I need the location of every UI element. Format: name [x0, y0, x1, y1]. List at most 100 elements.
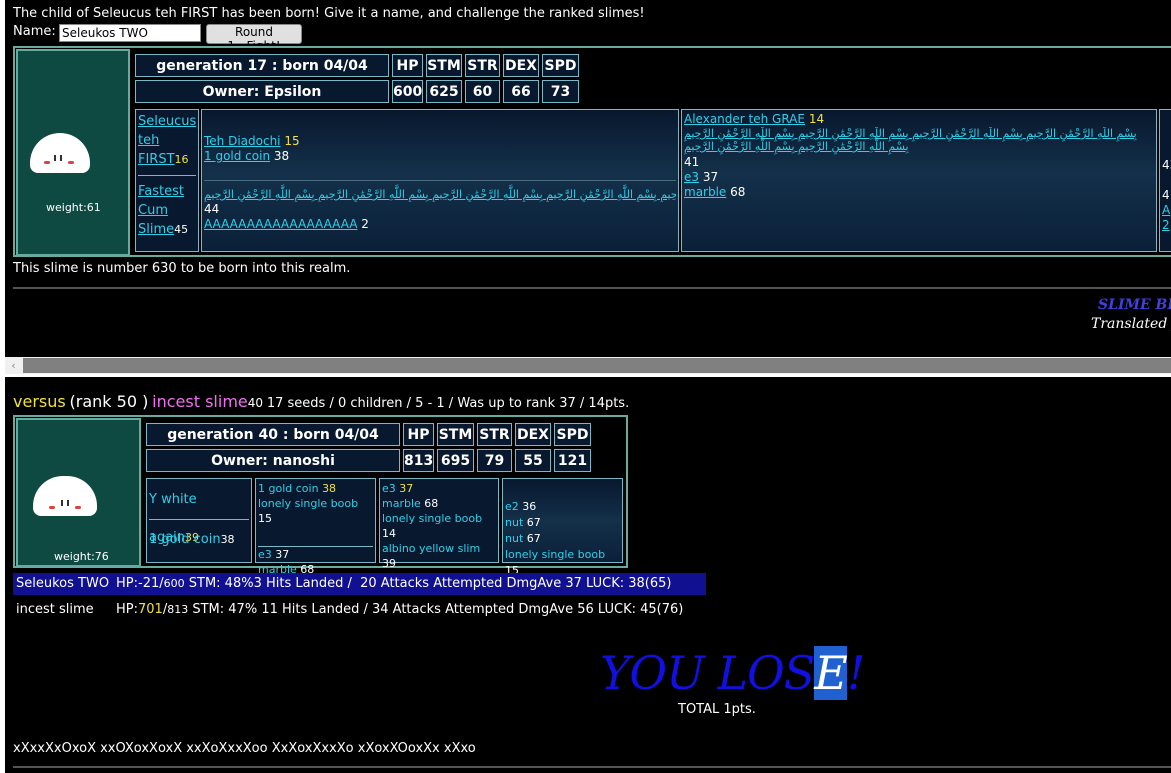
- player-hp-value: -21: [138, 576, 160, 591]
- slime-icon: [33, 476, 97, 516]
- brand-subtitle: Translated f: [1091, 316, 1171, 332]
- enemy-hits: 11 Hits Landed /: [261, 602, 368, 617]
- intro-message: The child of Seleucus teh FIRST has been…: [13, 6, 645, 21]
- trait-name[interactable]: e2: [505, 500, 519, 513]
- parent-stat-spd: 73: [542, 80, 579, 103]
- opponent-stat-hp: 813: [403, 449, 434, 472]
- trait-gold-coin[interactable]: 1 gold coin: [204, 149, 270, 163]
- versus-line: versus (rank 50 ) incest slime40 17 seed…: [13, 392, 629, 411]
- trait-num: 67: [526, 532, 541, 545]
- trait-num: 15: [284, 134, 300, 148]
- lineage-num-1: 16: [174, 153, 189, 166]
- trait-alexander[interactable]: Alexander teh GRAE: [684, 112, 805, 126]
- enemy-hp-value: 701: [138, 602, 163, 617]
- lineage-name[interactable]: 1 gold coin: [149, 532, 221, 547]
- opponent-stat-dex-label: DEX: [515, 423, 551, 446]
- trait-e3[interactable]: e3: [684, 170, 699, 184]
- parent-traits-col3: 43 41 A 2: [1159, 109, 1171, 252]
- trait-aaa[interactable]: AAAAAAAAAAAAAAAAAA: [204, 217, 357, 231]
- footer-pattern: xXxxXxOxoX xxOXoxXoxX xxXoXxxXoo XxXoxXx…: [13, 741, 476, 756]
- trait-arabic-2[interactable]: بِسْمِ اللَّهِ الرَّحْمَٰنِ الرَّحِيمِ ب…: [684, 127, 1154, 155]
- trait-name[interactable]: albino yellow slim: [382, 542, 480, 555]
- player-hp-max: 600: [163, 577, 185, 590]
- opponent-weight: weight:76: [54, 550, 109, 563]
- trait-num: 44: [204, 202, 220, 216]
- opponent-stat-str: 79: [477, 449, 512, 472]
- trait-name[interactable]: lonely single boob: [258, 497, 358, 510]
- born-note: This slime is number 630 to be born into…: [13, 261, 351, 276]
- name-input[interactable]: [59, 24, 201, 42]
- horizontal-scrollbar[interactable]: ‹: [5, 357, 1171, 374]
- enemy-battle-row: incest slime HP:701/813 STM: 47% 11 Hits …: [13, 599, 683, 621]
- enemy-hp-max: 813: [167, 603, 189, 616]
- enemy-name: incest slime: [16, 602, 94, 617]
- opponent-portrait: weight:76: [16, 418, 141, 567]
- versus-info: 17 seeds / 0 children / 5 - 1 / Was up t…: [266, 396, 630, 411]
- opponent-stat-stm-label: STM: [437, 423, 474, 446]
- opponent-col3: e2 36 nut 67 nut 67 lonely single boob 1…: [502, 478, 623, 577]
- parent-stat-dex-label: DEX: [503, 54, 539, 77]
- trait-name[interactable]: nut: [505, 532, 523, 545]
- trait-num: 41: [684, 155, 700, 169]
- trait-teh-diadochi[interactable]: Teh Diadochi: [204, 134, 281, 148]
- opponent-panel: weight:76 generation 40 : born 04/04 19:…: [13, 415, 628, 577]
- trait-name[interactable]: e3: [258, 548, 272, 561]
- trait-link-partial[interactable]: 2: [1162, 218, 1171, 233]
- parent-panel: weight:61 generation 17 : born 04/04 22:…: [13, 46, 1171, 257]
- lineage-parent-1[interactable]: Seleucus teh FIRST16: [138, 112, 196, 176]
- trait-name[interactable]: lonely single boob: [382, 512, 482, 525]
- parent-stat-str: 60: [465, 80, 500, 103]
- trait-link-partial[interactable]: A: [1162, 203, 1171, 218]
- trait-name[interactable]: nut: [505, 516, 523, 529]
- opponent-col2: e3 37 marble 68 lonely single boob 14 al…: [379, 478, 499, 570]
- parent-weight: weight:61: [46, 201, 101, 214]
- trait-name[interactable]: e3: [382, 482, 396, 495]
- trait-num: 36: [522, 500, 537, 513]
- enemy-attacks: 34 Attacks Attempted DmgAve 56: [372, 602, 594, 617]
- trait-num: 68: [730, 185, 746, 199]
- parent-stat-spd-label: SPD: [542, 54, 579, 77]
- trait-name[interactable]: lonely single boob: [505, 548, 605, 561]
- trait-num: 38: [322, 482, 337, 495]
- opponent-stat-spd-label: SPD: [554, 423, 591, 446]
- parent-portrait: weight:61: [16, 49, 130, 256]
- opponent-lineage-1[interactable]: Y white again39: [149, 481, 249, 545]
- trait-num: 37: [702, 170, 719, 184]
- lose-text: YOU LOS: [600, 646, 815, 700]
- trait-num: 41: [1162, 188, 1171, 202]
- trait-num: 37: [275, 548, 290, 561]
- opponent-lineage-2[interactable]: 1 gold coin38: [149, 520, 249, 560]
- trait-num: 43: [1162, 158, 1171, 172]
- trait-num: 39: [382, 557, 396, 570]
- fight-button[interactable]: Round 1...Fight!: [206, 24, 302, 53]
- trait-name[interactable]: 1 gold coin: [258, 482, 319, 495]
- versus-label: versus: [13, 392, 66, 411]
- parent-traits-col2: Alexander teh GRAE 14 بِسْمِ اللَّهِ الر…: [681, 109, 1157, 252]
- player-hits: 3 Hits Landed /: [253, 576, 352, 591]
- trait-arabic[interactable]: بِسْمِ اللَّهِ الرَّحْمَٰنِ الرَّحِيمِ ب…: [204, 180, 676, 202]
- opponent-col1: 1 gold coin 38 lonely single boob 15 e3 …: [255, 478, 376, 576]
- parent-stat-hp: 600: [392, 80, 423, 103]
- player-attacks: 20 Attacks Attempted DmgAve 37: [360, 576, 582, 591]
- opponent-stat-hp-label: HP: [403, 423, 434, 446]
- frame-border: [0, 374, 1171, 377]
- trait-marble[interactable]: marble: [684, 185, 726, 199]
- brand-title: SLIME BR: [1098, 297, 1171, 313]
- trait-name[interactable]: marble: [382, 497, 421, 510]
- scrollbar-thumb[interactable]: [23, 358, 1171, 373]
- opponent-lineage: Y white again39 1 gold coin38: [146, 478, 252, 563]
- trait-num: 67: [526, 516, 541, 529]
- player-stm: STM: 48%: [188, 576, 254, 591]
- scroll-left-arrow-icon[interactable]: ‹: [5, 357, 22, 374]
- opponent-name[interactable]: incest slime: [152, 392, 248, 411]
- lineage-parent-2[interactable]: Fastest Cum Slime45: [138, 176, 196, 239]
- enemy-luck: LUCK: 45(76): [597, 602, 684, 617]
- lose-highlight: E: [814, 646, 848, 700]
- trait-num: 68: [424, 497, 439, 510]
- opponent-stat-str-label: STR: [477, 423, 512, 446]
- opponent-stat-stm: 695: [437, 449, 474, 472]
- parent-lineage: Seleucus teh FIRST16 Fastest Cum Slime45: [135, 109, 199, 252]
- parent-stat-hp-label: HP: [392, 54, 423, 77]
- parent-generation: generation 17 : born 04/04 22:06: [135, 54, 389, 96]
- versus-rank: (rank 50 ): [69, 392, 149, 411]
